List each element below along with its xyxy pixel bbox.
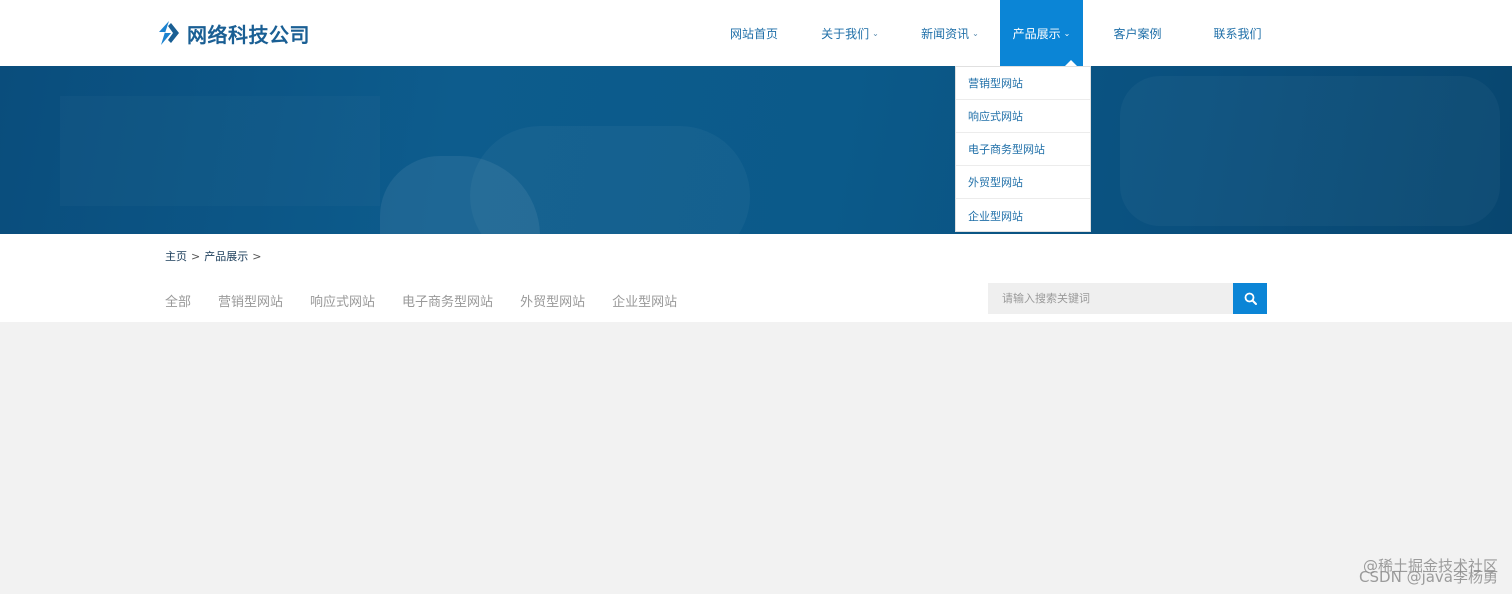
site-header: 网络科技公司 网站首页 关于我们 ⌄ 新闻资讯 ⌄ 产品展示 ⌄ 客户案例 联系… [0,0,1512,67]
search-input[interactable] [988,283,1233,314]
main-nav: 网站首页 关于我们 ⌄ 新闻资讯 ⌄ 产品展示 ⌄ 客户案例 联系我们 [708,0,1283,67]
dropdown-item-enterprise[interactable]: 企业型网站 [956,199,1090,232]
nav-item-products[interactable]: 产品展示 ⌄ [1000,0,1083,67]
nav-item-label: 联系我们 [1213,26,1262,41]
breadcrumb: 主页 > 产品展示 > [165,248,265,264]
dropdown-item-label: 外贸型网站 [968,176,1023,189]
nav-item-label: 关于我们 [821,26,870,41]
search-button[interactable] [1233,283,1267,314]
category-responsive[interactable]: 响应式网站 [310,291,375,310]
nav-item-label: 产品展示 [1012,26,1061,41]
category-ecommerce[interactable]: 电子商务型网站 [402,291,493,310]
category-all[interactable]: 全部 [165,291,191,310]
nav-item-label: 客户案例 [1113,26,1162,41]
search-box [988,283,1267,314]
breadcrumb-separator: > [191,249,201,263]
nav-item-contact[interactable]: 联系我们 [1192,0,1283,66]
dropdown-item-label: 响应式网站 [968,110,1023,123]
search-icon [1244,292,1257,305]
category-foreign-trade[interactable]: 外贸型网站 [520,291,585,310]
dropdown-item-ecommerce[interactable]: 电子商务型网站 [956,133,1090,166]
banner-decoration [1120,76,1500,226]
logo[interactable]: 网络科技公司 [156,18,310,48]
dropdown-item-marketing[interactable]: 营销型网站 [956,67,1090,100]
logo-icon [159,21,179,45]
products-dropdown-menu: 营销型网站 响应式网站 电子商务型网站 外贸型网站 企业型网站 [955,66,1091,232]
watermark-line: CSDN @java李杨勇 [1359,568,1498,586]
dropdown-item-responsive[interactable]: 响应式网站 [956,100,1090,133]
breadcrumb-separator: > [252,249,262,263]
category-filter: 全部 营销型网站 响应式网站 电子商务型网站 外贸型网站 企业型网站 [165,291,704,310]
breadcrumb-home-link[interactable]: 主页 [165,248,187,264]
dropdown-item-label: 营销型网站 [968,77,1023,90]
dropdown-item-label: 电子商务型网站 [968,143,1045,156]
chevron-down-icon: ⌄ [872,28,879,38]
nav-item-about[interactable]: 关于我们 ⌄ [800,0,900,66]
nav-item-news[interactable]: 新闻资讯 ⌄ [900,0,1000,66]
nav-item-label: 新闻资讯 [921,26,970,41]
chevron-down-icon: ⌄ [1063,28,1071,38]
logo-text: 网络科技公司 [187,22,310,47]
chevron-down-icon: ⌄ [972,28,979,38]
breadcrumb-current-link[interactable]: 产品展示 [204,248,248,264]
sub-header: 主页 > 产品展示 > 全部 营销型网站 响应式网站 电子商务型网站 外贸型网站… [0,234,1512,322]
category-enterprise[interactable]: 企业型网站 [612,291,677,310]
nav-item-label: 网站首页 [729,26,778,41]
nav-item-home[interactable]: 网站首页 [708,0,800,66]
hero-banner [0,66,1512,234]
category-marketing[interactable]: 营销型网站 [218,291,283,310]
nav-item-cases[interactable]: 客户案例 [1083,0,1192,66]
banner-decoration [60,96,380,206]
dropdown-item-label: 企业型网站 [968,209,1023,223]
dropdown-item-foreign-trade[interactable]: 外贸型网站 [956,166,1090,199]
watermark: @稀土掘金技术社区 CSDN @java李杨勇 [1359,559,1498,586]
